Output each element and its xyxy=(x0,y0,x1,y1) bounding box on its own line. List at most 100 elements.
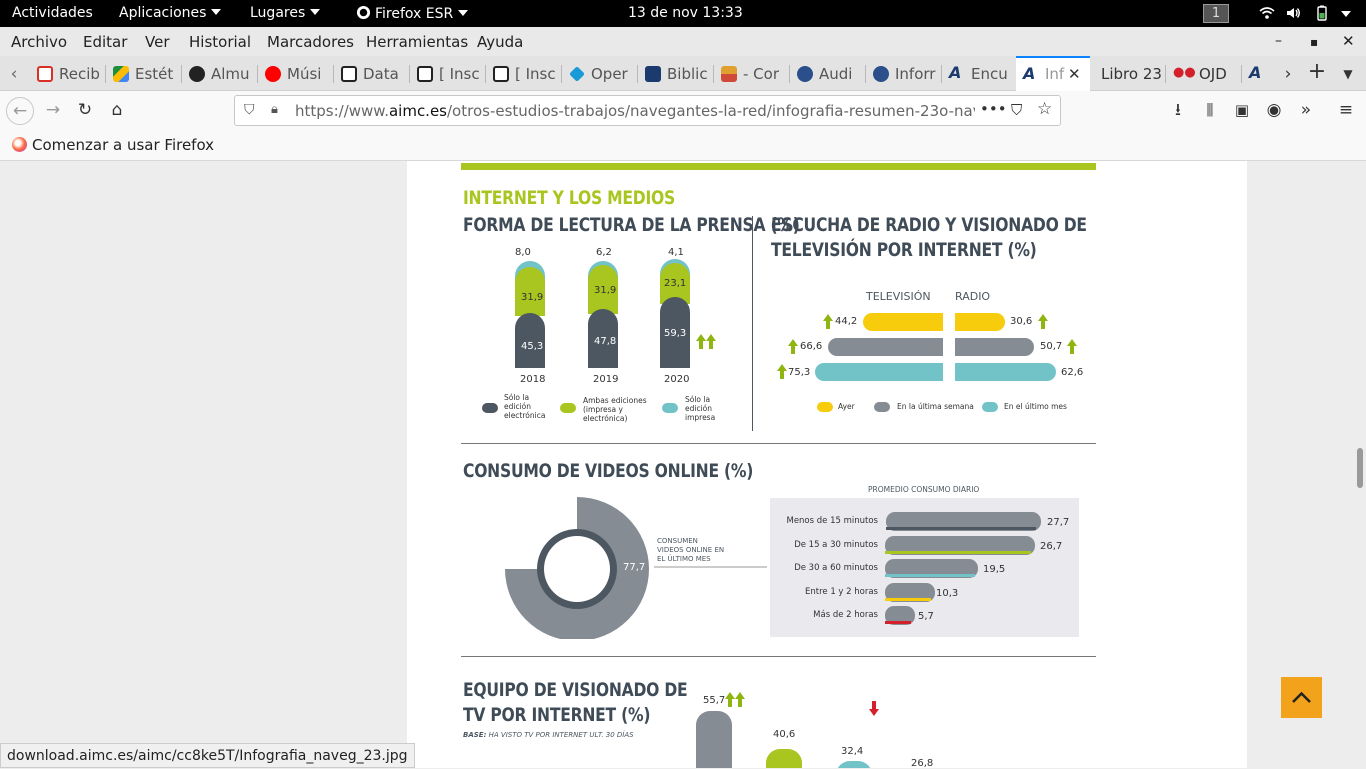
section-title: INTERNET Y LOS MEDIOS xyxy=(463,187,675,209)
github-icon xyxy=(189,66,205,82)
web-content: INTERNET Y LOS MEDIOS FORMA DE LECTURA D… xyxy=(0,161,1366,769)
address-bar[interactable]: ⛉ 🔒︎ https://www.aimc.es/otros-estudios-… xyxy=(234,95,1061,126)
bookmark-star-icon[interactable]: ☆ xyxy=(1037,99,1052,119)
year-2018: 2018 xyxy=(520,374,546,385)
new-tab-icon[interactable]: + xyxy=(1307,61,1327,83)
tab-7[interactable]: [ Insc xyxy=(486,56,562,91)
tab-11[interactable]: Audi xyxy=(790,56,866,91)
forward-icon[interactable]: → xyxy=(43,100,63,120)
tab-15[interactable]: Libro 23 xyxy=(1090,56,1166,91)
tab-13[interactable]: A Encu xyxy=(942,56,1018,91)
bookmark-item[interactable]: Comenzar a usar Firefox xyxy=(12,136,214,154)
workspace-indicator[interactable]: 1 xyxy=(1203,4,1229,23)
back-icon[interactable]: ← xyxy=(6,97,34,125)
equipo-value-3: 32,4 xyxy=(841,746,864,757)
row-label-5: Más de 2 horas xyxy=(813,610,878,620)
tab-8[interactable]: Oper xyxy=(562,56,638,91)
equipo-bar-chart xyxy=(696,692,879,768)
tv-ayer: 44,2 xyxy=(835,316,858,327)
account-icon[interactable]: ◉ xyxy=(1264,100,1284,120)
menu-ver[interactable]: Ver xyxy=(145,33,170,51)
home-icon[interactable]: ⌂ xyxy=(107,100,127,120)
activities-button[interactable]: Actividades xyxy=(12,5,93,21)
battery-icon[interactable] xyxy=(1314,5,1330,21)
menu-editar[interactable]: Editar xyxy=(83,33,127,51)
aimc-icon: A xyxy=(949,63,962,82)
divider xyxy=(752,216,753,431)
value-2019-ambas: 31,9 xyxy=(594,285,617,296)
tab-9[interactable]: Biblic xyxy=(638,56,714,91)
equipo-title-line2: TV POR INTERNET (%) xyxy=(463,704,651,726)
year-2019: 2019 xyxy=(593,374,619,385)
tab-12[interactable]: Inforr xyxy=(866,56,942,91)
tab-4[interactable]: Músi xyxy=(258,56,334,91)
close-window-icon[interactable]: ✕ xyxy=(1342,32,1355,50)
tab-14-active[interactable]: A Inf ✕ xyxy=(1016,56,1090,91)
tab-17[interactable]: A xyxy=(1242,56,1272,91)
url-text[interactable]: https://www.aimc.es/otros-estudios-traba… xyxy=(295,102,975,120)
tab-1[interactable]: Recib xyxy=(30,56,106,91)
row-label-4: Entre 1 y 2 horas xyxy=(804,587,878,597)
globe-icon xyxy=(873,66,889,82)
tab-6[interactable]: [ Insc xyxy=(410,56,486,91)
dspace-icon xyxy=(417,66,433,82)
legend-semana: En la última semana xyxy=(897,402,974,411)
system-menu-chevron-icon[interactable] xyxy=(1341,11,1351,17)
maximize-icon[interactable]: ▪ xyxy=(1310,35,1318,49)
reload-icon[interactable]: ↻ xyxy=(75,100,95,120)
tab-2[interactable]: Estét xyxy=(106,56,182,91)
value-2018-ambas: 31,9 xyxy=(521,292,544,303)
minimize-icon[interactable]: – xyxy=(1275,33,1282,49)
chevron-down-icon xyxy=(458,10,469,16)
page-actions-icon[interactable]: ••• xyxy=(980,100,1007,118)
hamburger-menu-icon[interactable]: ≡ xyxy=(1336,100,1356,120)
menu-herramientas[interactable]: Herramientas xyxy=(366,33,468,51)
daily-title: PROMEDIO CONSUMO DIARIO xyxy=(868,485,980,494)
increase-arrows-icon xyxy=(725,692,745,707)
tab-list-chevron-icon[interactable]: ▼ xyxy=(1338,64,1358,84)
tabs-scroll-right-icon[interactable]: › xyxy=(1278,64,1298,84)
volume-icon[interactable] xyxy=(1285,5,1301,21)
wifi-icon[interactable] xyxy=(1259,5,1275,21)
dspace-icon xyxy=(341,66,357,82)
row-value-3: 19,5 xyxy=(983,564,1006,575)
menu-marcadores[interactable]: Marcadores xyxy=(267,33,354,51)
legend-impresa: Sólo la edición impresa xyxy=(685,395,716,422)
col-tv-label: TELEVISIÓN xyxy=(866,290,931,303)
donut-label: CONSUMEN VIDEOS ONLINE EN EL ÚLTIMO MES xyxy=(657,537,725,563)
tabs-scroll-left-icon[interactable]: ‹ xyxy=(4,64,24,84)
firefox-icon xyxy=(356,5,371,20)
menu-ayuda[interactable]: Ayuda xyxy=(477,33,523,51)
places-menu[interactable]: Lugares xyxy=(250,5,321,21)
row-value-2: 26,7 xyxy=(1040,541,1063,552)
col-radio-label: RADIO xyxy=(955,290,991,303)
menu-archivo[interactable]: Archivo xyxy=(11,33,67,51)
tracking-shield-icon[interactable]: ⛉ xyxy=(244,102,255,118)
tab-5[interactable]: Data xyxy=(334,56,410,91)
applications-menu[interactable]: Aplicaciones xyxy=(119,5,222,21)
radio-tv-title-line1: ESCUCHA DE RADIO Y VISIONADO DE xyxy=(771,214,1087,236)
radio-ayer: 30,6 xyxy=(1010,316,1033,327)
overflow-menu-icon[interactable]: » xyxy=(1296,100,1316,120)
tab-16[interactable]: ●● OJD xyxy=(1166,56,1242,91)
close-tab-icon[interactable]: ✕ xyxy=(1068,65,1081,83)
downloads-icon[interactable]: ⭳ xyxy=(1168,100,1188,120)
lock-icon[interactable]: 🔒︎ xyxy=(271,102,278,117)
bar-equipo-1 xyxy=(696,711,732,768)
library-icon[interactable]: ⫼ xyxy=(1200,100,1220,120)
increase-arrows-icon xyxy=(696,334,716,349)
clock[interactable]: 13 de nov 13:33 xyxy=(628,5,743,21)
value-2020-electronica: 59,3 xyxy=(664,328,687,339)
equipo-base: BASE: HA VISTO TV POR INTERNET ULT. 30 D… xyxy=(463,731,634,739)
tab-10[interactable]: - Cor xyxy=(714,56,790,91)
row-label-2: De 15 a 30 minutos xyxy=(794,540,878,550)
tab-3[interactable]: Almu xyxy=(182,56,258,91)
chevron-down-icon xyxy=(211,9,222,15)
scroll-to-top-button[interactable] xyxy=(1281,677,1322,718)
vertical-scrollbar[interactable] xyxy=(1357,448,1363,488)
pocket-icon[interactable]: ⛉ xyxy=(1011,101,1022,119)
tv-bar-semana xyxy=(828,338,943,356)
app-menu[interactable]: Firefox ESR xyxy=(356,5,469,22)
menu-historial[interactable]: Historial xyxy=(189,33,251,51)
sidebar-icon[interactable]: ▣ xyxy=(1232,100,1252,120)
